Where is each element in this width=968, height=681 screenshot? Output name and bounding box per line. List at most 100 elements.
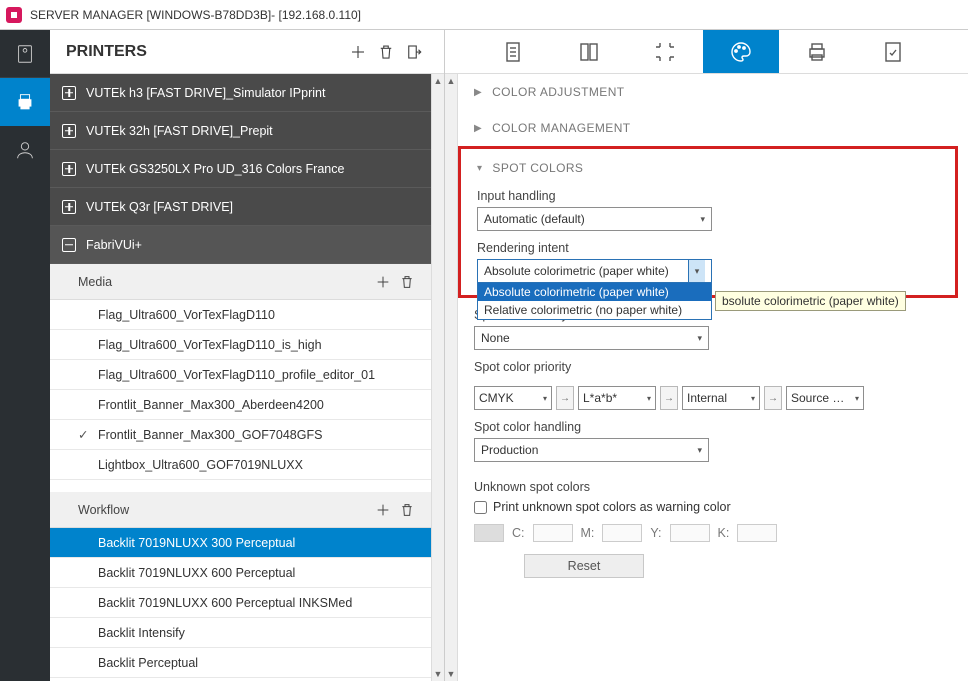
scroll-down-icon[interactable]: ▼ <box>445 667 457 681</box>
color-swatch[interactable] <box>474 524 504 542</box>
workflow-item[interactable]: Backlit 7019NLUXX 600 Perceptual INKSMed <box>50 588 431 618</box>
priority-arrow-button[interactable]: → <box>660 386 678 410</box>
m-input[interactable] <box>602 524 642 542</box>
spot-color-priority-label: Spot color priority <box>474 360 952 374</box>
nav-rail <box>0 30 50 681</box>
chevron-down-icon: ▾ <box>751 394 755 403</box>
tab-marks[interactable] <box>627 30 703 73</box>
titlebar: SERVER MANAGER [WINDOWS-B78DD3B]- [192.1… <box>0 0 968 30</box>
rendering-intent-dropdown: Absolute colorimetric (paper white) Rela… <box>477 282 712 320</box>
chevron-right-icon: ▶ <box>474 87 482 98</box>
plus-icon <box>349 43 367 61</box>
expand-icon <box>62 124 76 138</box>
tab-document[interactable] <box>475 30 551 73</box>
chevron-down-icon: ▾ <box>647 394 651 403</box>
print-setting-icon <box>805 40 829 64</box>
workflow-item[interactable]: Backlit Perceptual <box>50 648 431 678</box>
input-handling-select[interactable]: Automatic (default) ▾ <box>477 207 712 231</box>
section-spot-colors[interactable]: ▾ SPOT COLORS <box>461 153 955 183</box>
checkbox-input[interactable] <box>474 501 487 514</box>
trash-icon <box>399 274 415 290</box>
layout-icon <box>577 40 601 64</box>
sidebar: PRINTERS VUTEk h3 [FAST DRIVE]_Simulator… <box>50 30 445 681</box>
dropdown-option[interactable]: Absolute colorimetric (paper white) <box>478 283 711 301</box>
collapse-icon <box>62 238 76 252</box>
tabbar <box>445 30 968 74</box>
media-item[interactable]: Flag_Ultra600_VorTexFlagD110 <box>50 300 431 330</box>
printer-item[interactable]: VUTEk GS3250LX Pro UD_316 Colors France <box>50 150 431 188</box>
spot-color-library-select[interactable]: None ▾ <box>474 326 709 350</box>
printer-item[interactable]: VUTEk Q3r [FAST DRIVE] <box>50 188 431 226</box>
rail-users[interactable] <box>0 126 50 174</box>
rail-printers[interactable] <box>0 78 50 126</box>
import-icon <box>405 43 423 61</box>
priority-select-1[interactable]: CMYK▾ <box>474 386 552 410</box>
k-input[interactable] <box>737 524 777 542</box>
c-input[interactable] <box>533 524 573 542</box>
media-item[interactable]: Frontlit_Banner_Max300_Aberdeen4200 <box>50 390 431 420</box>
chevron-right-icon: ▶ <box>474 123 482 134</box>
scroll-up-icon[interactable]: ▲ <box>432 74 444 88</box>
power-icon <box>14 43 36 65</box>
rendering-intent-label: Rendering intent <box>477 241 939 255</box>
chevron-down-icon: ▾ <box>688 260 705 282</box>
spot-color-priority-row: CMYK▾ → L*a*b*▾ → Internal▾ → Source …▾ <box>458 382 968 414</box>
add-printer-button[interactable] <box>344 38 372 66</box>
chevron-down-icon: ▾ <box>697 445 702 456</box>
workflow-item[interactable]: Backlit Intensify <box>50 618 431 648</box>
add-media-button[interactable] <box>371 270 395 294</box>
workflow-item-selected[interactable]: Backlit 7019NLUXX 300 Perceptual <box>50 528 431 558</box>
priority-select-4[interactable]: Source …▾ <box>786 386 864 410</box>
add-workflow-button[interactable] <box>371 498 395 522</box>
person-icon <box>14 139 36 161</box>
priority-select-3[interactable]: Internal▾ <box>682 386 760 410</box>
workflow-group-header[interactable]: Workflow <box>50 492 431 528</box>
tab-color[interactable] <box>703 30 779 73</box>
right-scrollbar[interactable]: ▲ ▼ <box>445 74 458 681</box>
rail-power[interactable] <box>0 30 50 78</box>
media-item[interactable]: Flag_Ultra600_VorTexFlagD110_is_high <box>50 330 431 360</box>
plus-icon <box>375 502 391 518</box>
priority-arrow-button[interactable]: → <box>764 386 782 410</box>
media-item[interactable]: Lightbox_Ultra600_GOF7019NLUXX <box>50 450 431 480</box>
scroll-down-icon[interactable]: ▼ <box>432 667 444 681</box>
section-color-management[interactable]: ▶ COLOR MANAGEMENT <box>458 110 968 146</box>
rendering-intent-select[interactable]: Absolute colorimetric (paper white) ▾ <box>477 259 712 283</box>
sidebar-scrollbar[interactable]: ▲ ▼ <box>431 74 444 681</box>
tab-verify[interactable] <box>855 30 931 73</box>
warning-color-checkbox[interactable]: Print unknown spot colors as warning col… <box>474 500 952 514</box>
media-item[interactable]: Flag_Ultra600_VorTexFlagD110_profile_edi… <box>50 360 431 390</box>
sidebar-header: PRINTERS <box>50 30 444 74</box>
spot-color-handling-label: Spot color handling <box>474 420 952 434</box>
plus-icon <box>375 274 391 290</box>
input-handling-label: Input handling <box>477 189 939 203</box>
dropdown-option[interactable]: Relative colorimetric (no paper white) <box>478 301 711 319</box>
delete-media-button[interactable] <box>395 270 419 294</box>
delete-workflow-button[interactable] <box>395 498 419 522</box>
reset-button[interactable]: Reset <box>524 554 644 578</box>
printer-item[interactable]: VUTEk 32h [FAST DRIVE]_Prepit <box>50 112 431 150</box>
printer-item[interactable]: VUTEk h3 [FAST DRIVE]_Simulator IPprint <box>50 74 431 112</box>
check-icon: ✓ <box>78 427 98 442</box>
media-item-checked[interactable]: ✓Frontlit_Banner_Max300_GOF7048GFS <box>50 420 431 450</box>
chevron-down-icon: ▾ <box>697 333 702 344</box>
tab-print[interactable] <box>779 30 855 73</box>
media-group-header[interactable]: Media <box>50 264 431 300</box>
y-input[interactable] <box>670 524 710 542</box>
palette-icon <box>729 40 753 64</box>
verify-icon <box>881 40 905 64</box>
sidebar-title: PRINTERS <box>66 43 344 61</box>
delete-printer-button[interactable] <box>372 38 400 66</box>
workflow-item[interactable]: Backlit 7019NLUXX 600 Perceptual <box>50 558 431 588</box>
printer-item-expanded[interactable]: FabriVUi+ <box>50 226 431 264</box>
app-icon <box>6 7 22 23</box>
priority-select-2[interactable]: L*a*b*▾ <box>578 386 656 410</box>
priority-arrow-button[interactable]: → <box>556 386 574 410</box>
import-printer-button[interactable] <box>400 38 428 66</box>
spot-color-handling-select[interactable]: Production ▾ <box>474 438 709 462</box>
tab-layout[interactable] <box>551 30 627 73</box>
cropmarks-icon <box>653 40 677 64</box>
window-title: SERVER MANAGER [WINDOWS-B78DD3B]- [192.1… <box>30 8 361 22</box>
section-color-adjustment[interactable]: ▶ COLOR ADJUSTMENT <box>458 74 968 110</box>
scroll-up-icon[interactable]: ▲ <box>445 74 457 88</box>
